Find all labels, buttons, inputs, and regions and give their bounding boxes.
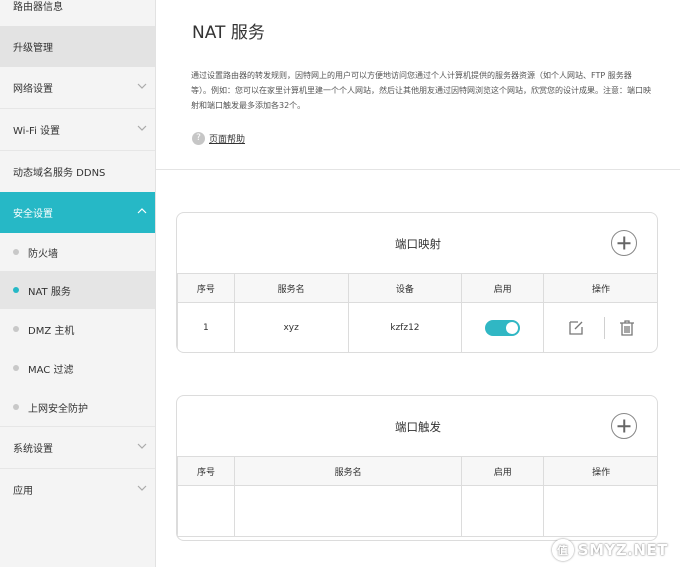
table-row	[177, 485, 657, 537]
column-header-index: 序号	[177, 273, 235, 303]
sidebar-item-wifi[interactable]: Wi-Fi 设置	[0, 109, 155, 150]
sidebar-subitem-mac-filter[interactable]: MAC 过滤	[0, 349, 155, 387]
sidebar-subitem-nat[interactable]: NAT 服务	[0, 271, 155, 309]
chevron-down-icon	[137, 441, 147, 451]
sidebar-item-apps[interactable]: 应用	[0, 469, 155, 510]
edit-icon[interactable]	[566, 318, 586, 338]
sidebar-item-system[interactable]: 系统设置	[0, 427, 155, 468]
dot-icon	[13, 404, 19, 410]
enable-toggle[interactable]	[485, 320, 521, 336]
sidebar-subitem-label: 防火墙	[28, 248, 58, 260]
port-trigger-card: 端口触发 序号 服务名 启用 操作	[176, 395, 658, 541]
sidebar: 路由器信息 升级管理 网络设置 Wi-Fi 设置 动态域名服务 DDNS 安全设…	[0, 0, 156, 567]
chevron-up-icon	[137, 206, 147, 216]
sidebar-item-label: 动态域名服务 DDNS	[13, 168, 106, 179]
sidebar-item-security[interactable]: 安全设置	[0, 192, 155, 233]
sidebar-item-upgrade[interactable]: 升级管理	[0, 26, 155, 67]
cell-enabled	[461, 302, 545, 352]
sidebar-item-label: 应用	[13, 486, 33, 497]
sidebar-item-label: 路由器信息	[13, 2, 63, 13]
port-trigger-title: 端口触发	[395, 420, 441, 434]
trash-icon[interactable]	[617, 318, 637, 338]
sidebar-subitem-web-protection[interactable]: 上网安全防护	[0, 388, 155, 426]
sidebar-item-label: 安全设置	[13, 209, 53, 220]
sidebar-item-label: 升级管理	[13, 43, 53, 54]
cell-service	[233, 485, 463, 537]
add-port-trigger-button[interactable]	[611, 413, 637, 439]
column-header-actions: 操作	[543, 456, 657, 486]
column-header-service: 服务名	[233, 456, 463, 486]
table-header-row: 序号 服务名 启用 操作	[177, 456, 657, 486]
cell-index	[177, 485, 235, 537]
sidebar-subitem-label: DMZ 主机	[28, 325, 75, 337]
sidebar-item-router-info[interactable]: 路由器信息	[0, 0, 155, 26]
dot-icon	[13, 365, 19, 371]
cell-device: kzfz12	[347, 302, 463, 352]
port-mapping-title: 端口映射	[395, 237, 441, 251]
sidebar-subitem-label: NAT 服务	[28, 286, 71, 298]
cell-actions	[543, 302, 657, 352]
column-header-actions: 操作	[543, 273, 657, 303]
dot-icon	[13, 287, 19, 293]
sidebar-item-label: 网络设置	[13, 84, 53, 95]
cell-enabled	[461, 485, 545, 537]
column-header-service: 服务名	[233, 273, 349, 303]
main-content: NAT 服务 通过设置路由器的转发规则，因特网上的用户可以方便地访问您通过个人计…	[156, 0, 680, 567]
sidebar-item-label: 系统设置	[13, 444, 53, 455]
chevron-down-icon	[137, 123, 147, 133]
chevron-down-icon	[137, 81, 147, 91]
watermark-logo-icon: 值	[551, 539, 574, 561]
port-mapping-card: 端口映射 序号 服务名 设备 启用 操作 1 xyz kzfz12	[176, 212, 658, 353]
chevron-down-icon	[137, 483, 147, 493]
column-header-enabled: 启用	[461, 456, 545, 486]
cell-actions	[543, 485, 657, 537]
dot-icon	[13, 326, 19, 332]
sidebar-item-label: Wi-Fi 设置	[13, 126, 61, 137]
table-row: 1 xyz kzfz12	[177, 302, 657, 352]
page-description: 通过设置路由器的转发规则，因特网上的用户可以方便地访问您通过个人计算机提供的服务…	[191, 71, 651, 110]
column-header-device: 设备	[347, 273, 463, 303]
sidebar-item-network[interactable]: 网络设置	[0, 67, 155, 108]
watermark-text: SMYZ.NET	[577, 541, 668, 559]
sidebar-subitem-firewall[interactable]: 防火墙	[0, 233, 155, 271]
divider	[603, 317, 605, 339]
sidebar-item-ddns[interactable]: 动态域名服务 DDNS	[0, 151, 155, 192]
sidebar-subitem-label: 上网安全防护	[28, 403, 88, 415]
dot-icon	[13, 249, 19, 255]
column-header-enabled: 启用	[461, 273, 545, 303]
port-mapping-table: 序号 服务名 设备 启用 操作 1 xyz kzfz12	[177, 273, 657, 352]
sidebar-subitem-dmz[interactable]: DMZ 主机	[0, 310, 155, 348]
cell-index: 1	[177, 302, 235, 352]
port-trigger-table: 序号 服务名 启用 操作	[177, 456, 657, 537]
page-help-link[interactable]: 页面帮助	[209, 132, 245, 145]
sidebar-subitem-label: MAC 过滤	[28, 364, 74, 376]
add-port-mapping-button[interactable]	[611, 230, 637, 256]
help-icon: ?	[192, 132, 205, 145]
page-help[interactable]: ? 页面帮助	[192, 132, 245, 145]
page-title: NAT 服务	[192, 23, 265, 43]
cell-service: xyz	[233, 302, 349, 352]
divider	[156, 169, 680, 170]
column-header-index: 序号	[177, 456, 235, 486]
table-header-row: 序号 服务名 设备 启用 操作	[177, 273, 657, 303]
watermark: 值 SMYZ.NET	[551, 539, 668, 561]
